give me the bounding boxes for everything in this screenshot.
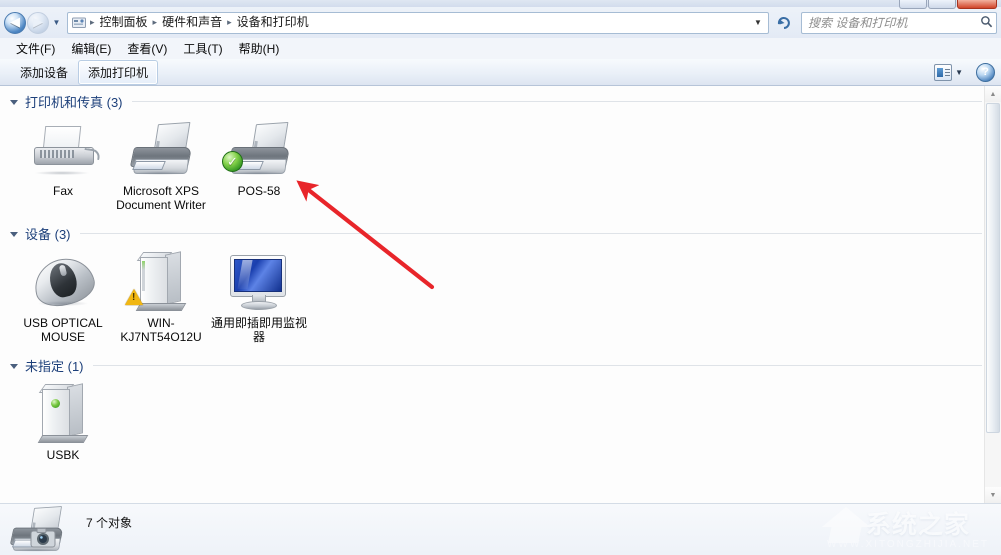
section-devices: 设备 (3) USB OPTICAL MOUSE ! WIN-KJ7NT54O1… <box>0 218 984 350</box>
address-dropdown-icon[interactable]: ▼ <box>750 13 766 33</box>
device-label: Fax <box>52 184 73 198</box>
content-area: 打印机和传真 (3) Fax Microsoft XPS Document Wr… <box>0 86 1001 503</box>
device-item-xps-writer[interactable]: Microsoft XPS Document Writer <box>112 119 210 212</box>
monitor-icon <box>222 251 296 313</box>
section-header-unspecified[interactable]: 未指定 (1) <box>0 350 984 377</box>
add-device-button[interactable]: 添加设备 <box>10 60 78 85</box>
camera-icon <box>30 527 56 547</box>
device-item-usb-optical-mouse[interactable]: USB OPTICAL MOUSE <box>14 251 112 344</box>
search-input[interactable]: 搜索 设备和打印机 <box>808 14 978 31</box>
vertical-scrollbar[interactable]: ▲ ▼ <box>984 86 1001 503</box>
menu-view[interactable]: 查看(V) <box>119 38 175 59</box>
computer-tower-icon <box>26 383 100 445</box>
scrollbar-thumb[interactable] <box>986 103 1000 433</box>
devices-item-list: USB OPTICAL MOUSE ! WIN-KJ7NT54O12U 通用即插… <box>0 245 984 350</box>
section-divider <box>131 101 982 102</box>
menu-file[interactable]: 文件(F) <box>8 38 63 59</box>
search-box[interactable]: 搜索 设备和打印机 <box>801 11 997 34</box>
menu-help[interactable]: 帮助(H) <box>231 38 288 59</box>
printer-icon: ✓ <box>222 119 296 181</box>
address-bar[interactable]: ▸ 控制面板 ▸ 硬件和声音 ▸ 设备和打印机 ▼ <box>67 11 769 34</box>
section-title-devices: 设备 (3) <box>25 227 71 242</box>
menu-bar: 文件(F) 编辑(E) 查看(V) 工具(T) 帮助(H) <box>0 38 1001 59</box>
section-header-printers[interactable]: 打印机和传真 (3) <box>0 86 984 113</box>
device-item-fax[interactable]: Fax <box>14 119 112 212</box>
section-printers: 打印机和传真 (3) Fax Microsoft XPS Document Wr… <box>0 86 984 218</box>
minimize-button[interactable] <box>899 0 927 9</box>
section-header-devices[interactable]: 设备 (3) <box>0 218 984 245</box>
watermark-subtext: WWW.XITONGZHIJIA.NET <box>826 539 989 550</box>
scroll-down-button[interactable]: ▼ <box>985 487 1001 503</box>
maximize-button[interactable] <box>928 0 956 9</box>
search-icon <box>978 15 994 31</box>
device-item-pnp-monitor[interactable]: 通用即插即用监视器 <box>210 251 308 344</box>
forward-arrow-icon: ▶ <box>33 15 43 30</box>
collapse-triangle-icon[interactable] <box>10 232 18 237</box>
items-view[interactable]: 打印机和传真 (3) Fax Microsoft XPS Document Wr… <box>0 86 984 503</box>
device-label: 通用即插即用监视器 <box>211 316 308 344</box>
command-toolbar: 添加设备 添加打印机 ▼ ? <box>0 59 1001 86</box>
section-unspecified: 未指定 (1) USBK <box>0 350 984 468</box>
back-arrow-icon: ◀ <box>10 15 20 30</box>
default-printer-check-icon: ✓ <box>222 151 243 172</box>
watermark: 系统之家 WWW.XITONGZHIJIA.NET <box>820 497 995 553</box>
scroll-up-button[interactable]: ▲ <box>985 86 1001 102</box>
breadcrumb-devices-and-printers[interactable]: 设备和打印机 <box>233 13 313 32</box>
device-label: USB OPTICAL MOUSE <box>23 316 103 344</box>
device-label: Microsoft XPS Document Writer <box>116 184 206 212</box>
address-bar-row: ◀ ▶ ▼ ▸ 控制面板 ▸ 硬件和声音 ▸ 设备和打印机 ▼ 搜索 设备和打印… <box>0 7 1001 38</box>
device-item-computer[interactable]: WIN-KJ7NT54O12U <box>112 251 210 344</box>
section-divider <box>92 365 982 366</box>
menu-tools[interactable]: 工具(T) <box>175 38 230 59</box>
device-label: WIN-KJ7NT54O12U <box>120 316 202 344</box>
explorer-window: ◀ ▶ ▼ ▸ 控制面板 ▸ 硬件和声音 ▸ 设备和打印机 ▼ 搜索 设备和打印… <box>0 0 1001 555</box>
section-divider <box>79 233 982 234</box>
refresh-icon <box>777 16 790 29</box>
section-title-unspecified: 未指定 (1) <box>25 359 84 374</box>
device-label: USBK <box>46 448 80 462</box>
chevron-down-icon: ▼ <box>52 18 61 27</box>
history-dropdown-button[interactable]: ▼ <box>50 12 63 34</box>
add-printer-button[interactable]: 添加打印机 <box>78 59 159 85</box>
breadcrumb-control-panel[interactable]: 控制面板 <box>96 13 152 32</box>
toolbar-right-group: ▼ ? <box>934 62 995 82</box>
device-label: POS-58 <box>237 184 281 198</box>
help-icon[interactable]: ? <box>976 62 995 82</box>
computer-tower-icon <box>124 251 198 313</box>
device-item-usbk[interactable]: USBK <box>14 383 112 462</box>
section-title-printers: 打印机和传真 (3) <box>25 95 123 110</box>
fax-printer-icon <box>26 119 101 181</box>
breadcrumb-hardware-and-sound[interactable]: 硬件和声音 <box>158 13 226 32</box>
house-logo-icon <box>820 503 872 547</box>
forward-button[interactable]: ▶ <box>27 11 49 34</box>
window-controls <box>899 0 997 9</box>
details-pane: 7 个对象 系统之家 WWW.XITONGZHIJIA.NET <box>0 503 1001 555</box>
control-panel-icon <box>71 15 87 31</box>
title-bar <box>0 0 1001 9</box>
object-count-label: 7 个对象 <box>86 516 133 530</box>
collapse-triangle-icon[interactable] <box>10 100 18 105</box>
printers-item-list: Fax Microsoft XPS Document Writer ✓ POS-… <box>0 113 984 218</box>
warning-badge-icon <box>125 289 143 305</box>
view-options-icon[interactable] <box>934 63 953 81</box>
close-button[interactable] <box>957 0 997 9</box>
refresh-button[interactable] <box>771 11 797 35</box>
device-printer-icon <box>6 505 80 553</box>
watermark-text: 系统之家 <box>866 510 971 539</box>
device-item-pos-58[interactable]: ✓ POS-58 <box>210 119 308 212</box>
collapse-triangle-icon[interactable] <box>10 364 18 369</box>
navigation-buttons: ◀ ▶ ▼ <box>4 11 63 34</box>
unspecified-item-list: USBK <box>0 377 984 468</box>
printer-icon <box>124 119 198 181</box>
view-options-dropdown-icon[interactable]: ▼ <box>954 68 968 77</box>
mouse-icon <box>26 251 100 313</box>
menu-edit[interactable]: 编辑(E) <box>63 38 119 59</box>
back-button[interactable]: ◀ <box>4 11 26 34</box>
